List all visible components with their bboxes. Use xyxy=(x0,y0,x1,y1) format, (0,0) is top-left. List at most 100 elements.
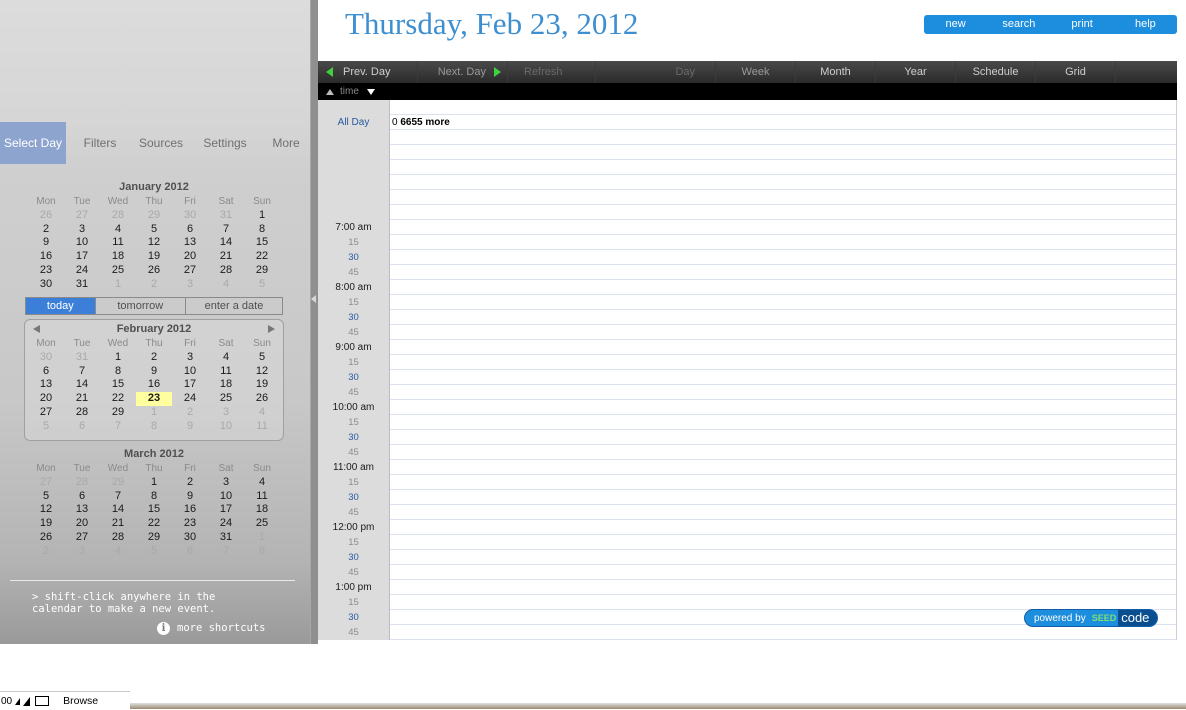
calendar-day[interactable]: 7 xyxy=(208,223,244,237)
calendar-day-selected[interactable]: 23 xyxy=(136,392,172,406)
calendar-day[interactable]: 13 xyxy=(64,503,100,517)
calendar-day[interactable]: 22 xyxy=(100,392,136,406)
calendar-day[interactable]: 5 xyxy=(244,351,280,365)
tab-month[interactable]: Month xyxy=(796,61,876,83)
calendar-day[interactable]: 14 xyxy=(100,503,136,517)
calendar-day-other-month[interactable]: 3 xyxy=(208,406,244,420)
calendar-day[interactable]: 21 xyxy=(64,392,100,406)
tab-day[interactable]: Day xyxy=(596,61,716,83)
calendar-day[interactable]: 3 xyxy=(172,351,208,365)
calendar-day[interactable]: 17 xyxy=(208,503,244,517)
calendar-day[interactable]: 18 xyxy=(244,503,280,517)
calendar-day-other-month[interactable]: 30 xyxy=(28,351,64,365)
calendar-day[interactable]: 15 xyxy=(100,378,136,392)
calendar-day[interactable]: 7 xyxy=(100,490,136,504)
calendar-day[interactable]: 28 xyxy=(100,531,136,545)
calendar-day-other-month[interactable]: 26 xyxy=(28,209,64,223)
calendar-day[interactable]: 9 xyxy=(28,236,64,250)
calendar-day[interactable]: 17 xyxy=(172,378,208,392)
calendar-day[interactable]: 26 xyxy=(28,531,64,545)
prev-month-icon[interactable] xyxy=(33,325,40,333)
calendar-day[interactable]: 1 xyxy=(136,476,172,490)
calendar-day[interactable]: 14 xyxy=(208,236,244,250)
calendar-day-other-month[interactable]: 2 xyxy=(136,278,172,292)
calendar-day[interactable]: 31 xyxy=(208,531,244,545)
calendar-day[interactable]: 13 xyxy=(28,378,64,392)
calendar-day-other-month[interactable]: 29 xyxy=(100,476,136,490)
all-day-more-link[interactable]: 0 6655 more xyxy=(392,117,450,128)
calendar-day-other-month[interactable]: 7 xyxy=(100,420,136,434)
calendar-day[interactable]: 25 xyxy=(244,517,280,531)
calendar-day[interactable]: 10 xyxy=(64,236,100,250)
all-day-label[interactable]: All Day xyxy=(318,117,389,128)
calendar-day[interactable]: 20 xyxy=(172,250,208,264)
calendar-day[interactable]: 2 xyxy=(28,223,64,237)
calendar-day[interactable]: 4 xyxy=(100,223,136,237)
today-button[interactable]: today xyxy=(26,298,96,314)
calendar-day[interactable]: 9 xyxy=(172,490,208,504)
tab-settings[interactable]: Settings xyxy=(188,122,262,164)
calendar-day[interactable]: 30 xyxy=(172,531,208,545)
calendar-day[interactable]: 15 xyxy=(244,236,280,250)
calendar-day-other-month[interactable]: 5 xyxy=(28,420,64,434)
calendar-day-other-month[interactable]: 28 xyxy=(100,209,136,223)
calendar-day[interactable]: 24 xyxy=(208,517,244,531)
calendar-day-other-month[interactable]: 6 xyxy=(64,420,100,434)
day-grid[interactable] xyxy=(389,100,1177,640)
help-button[interactable]: help xyxy=(1114,15,1177,34)
tab-sources[interactable]: Sources xyxy=(134,122,188,164)
calendar-day[interactable]: 2 xyxy=(172,476,208,490)
calendar-day-other-month[interactable]: 27 xyxy=(28,476,64,490)
calendar-day[interactable]: 3 xyxy=(64,223,100,237)
tab-schedule[interactable]: Schedule xyxy=(956,61,1036,83)
calendar-day[interactable]: 11 xyxy=(244,490,280,504)
refresh-button[interactable]: Refresh xyxy=(508,61,596,83)
calendar-day-other-month[interactable]: 28 xyxy=(64,476,100,490)
calendar-day[interactable]: 28 xyxy=(64,406,100,420)
calendar-day[interactable]: 18 xyxy=(208,378,244,392)
calendar-day-other-month[interactable]: 2 xyxy=(172,406,208,420)
calendar-day[interactable]: 10 xyxy=(172,365,208,379)
calendar-day-other-month[interactable]: 27 xyxy=(64,209,100,223)
new-button[interactable]: new xyxy=(924,15,987,34)
calendar-day[interactable]: 8 xyxy=(244,223,280,237)
calendar-day[interactable]: 5 xyxy=(136,223,172,237)
calendar-day[interactable]: 25 xyxy=(208,392,244,406)
calendar-day-other-month[interactable]: 5 xyxy=(136,545,172,559)
powered-by-seedcode-badge[interactable]: powered by SEED code xyxy=(1024,609,1159,627)
next-day-button[interactable]: Next. Day xyxy=(418,61,508,83)
calendar-day[interactable]: 6 xyxy=(64,490,100,504)
calendar-day[interactable]: 19 xyxy=(244,378,280,392)
calendar-day[interactable]: 13 xyxy=(172,236,208,250)
calendar-day-other-month[interactable]: 1 xyxy=(136,406,172,420)
next-month-icon[interactable] xyxy=(268,325,275,333)
calendar-day[interactable]: 17 xyxy=(64,250,100,264)
calendar-day[interactable]: 15 xyxy=(136,503,172,517)
calendar-day[interactable]: 14 xyxy=(64,378,100,392)
calendar-day-other-month[interactable]: 1 xyxy=(100,278,136,292)
calendar-day-other-month[interactable]: 31 xyxy=(64,351,100,365)
calendar-day[interactable]: 9 xyxy=(136,365,172,379)
print-button[interactable]: print xyxy=(1051,15,1114,34)
calendar-day[interactable]: 27 xyxy=(28,406,64,420)
calendar-day-other-month[interactable]: 7 xyxy=(208,545,244,559)
calendar-day[interactable]: 28 xyxy=(208,264,244,278)
calendar-day[interactable]: 24 xyxy=(64,264,100,278)
calendar-day-other-month[interactable]: 5 xyxy=(244,278,280,292)
calendar-day[interactable]: 19 xyxy=(136,250,172,264)
calendar-day-other-month[interactable]: 1 xyxy=(244,531,280,545)
calendar-day-other-month[interactable]: 4 xyxy=(100,545,136,559)
calendar-day[interactable]: 20 xyxy=(28,392,64,406)
calendar-day-other-month[interactable]: 11 xyxy=(244,420,280,434)
tab-year[interactable]: Year xyxy=(876,61,956,83)
calendar-day[interactable]: 27 xyxy=(172,264,208,278)
prev-day-button[interactable]: Prev. Day xyxy=(318,61,418,83)
calendar-day[interactable]: 6 xyxy=(172,223,208,237)
tomorrow-button[interactable]: tomorrow xyxy=(96,298,186,314)
calendar-day-other-month[interactable]: 3 xyxy=(64,545,100,559)
layout-icon[interactable] xyxy=(35,696,50,706)
calendar-day[interactable]: 7 xyxy=(64,365,100,379)
calendar-day[interactable]: 4 xyxy=(208,351,244,365)
zoom-out-icon[interactable] xyxy=(15,697,21,705)
calendar-day[interactable]: 31 xyxy=(64,278,100,292)
